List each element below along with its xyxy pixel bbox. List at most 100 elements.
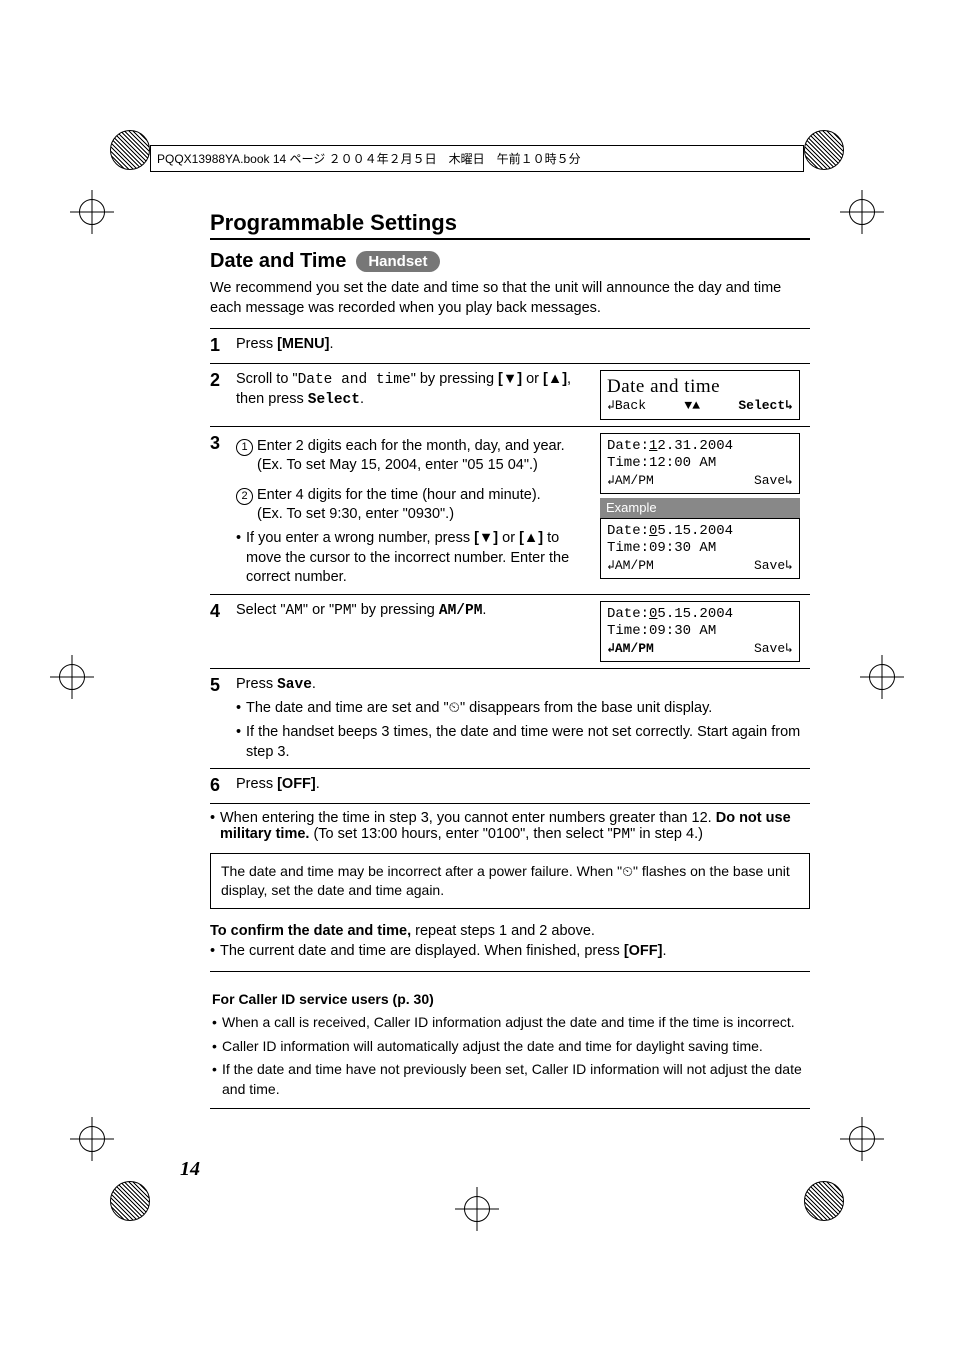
off-key: [OFF] [624,943,663,959]
lcd-soft-mid: ▼▲ [684,398,700,414]
crosshair-tr [840,190,884,234]
caller-id-box: For Caller ID service users (p. 30) •Whe… [210,984,810,1106]
menu-key: [MENU] [277,336,329,352]
lcd-display: Date:12.31.2004 Time:12:00 AM ↲AM/PM Sav… [600,433,800,494]
step-text: " by pressing [352,602,439,618]
power-failure-note: The date and time may be incorrect after… [210,853,810,909]
step-note: • If you enter a wrong number, press [▼]… [236,529,588,588]
regmark-hatched-tr [804,130,844,170]
step-number: 5 [210,675,228,762]
note-text: If the handset beeps 3 times, the date a… [246,723,810,762]
lcd-soft-right: Save↳ [754,641,793,657]
page-number: 14 [180,1158,200,1181]
separator [210,971,810,972]
confirm-text: repeat steps 1 and 2 above. [411,923,595,939]
menu-item-name: Date and time [298,372,411,388]
up-key: [▲] [519,530,543,546]
step-number: 4 [210,601,228,662]
off-key: [OFF] [277,776,316,792]
step-text: Scroll to " [236,371,298,387]
lcd-soft-right: Select↳ [738,398,793,414]
separator [210,1108,810,1109]
substep-text: Enter 4 digits for the time (hour and mi… [257,486,541,525]
lcd-line: Time:09:30 AM [607,540,793,558]
step-4: 4 Select "AM" or "PM" by pressing AM/PM.… [210,601,810,662]
step-text: " or " [303,602,334,618]
page-subtitle: Date and Time [210,250,346,273]
ampm-softkey: AM/PM [439,603,483,619]
step-note: • If the handset beeps 3 times, the date… [236,723,810,762]
regmark-hatched-br [804,1181,844,1221]
circled-2-icon: 2 [236,488,253,505]
separator [210,426,810,427]
step-text: Press [236,336,277,352]
step-text: Press [236,676,277,692]
note-text: The current date and time are displayed.… [220,943,624,959]
step-6: 6 Press [OFF]. [210,775,810,797]
lcd-line: 5.15.2004 [657,606,733,622]
am-option: AM [285,603,302,619]
step-text: . [312,676,316,692]
pm-option: PM [613,827,630,843]
lcd-line: Date: [607,523,649,539]
lcd-line: Time:12:00 AM [607,455,793,473]
title-rule [210,238,810,240]
circled-1-icon: 1 [236,439,253,456]
select-softkey: Select [308,392,360,408]
note-text: " disappears from the base unit display. [460,700,712,716]
step-5: 5 Press Save. • The date and time are se… [210,675,810,762]
lcd-soft-left: ↲AM/PM [607,558,654,574]
example-label: Example [600,498,800,518]
intro-text: We recommend you set the date and time s… [210,279,810,318]
save-softkey: Save [277,677,312,693]
step-2: 2 Scroll to "Date and time" by pressing … [210,370,810,420]
separator [210,594,810,595]
caller-note: If the date and time have not previously… [222,1060,808,1099]
separator [210,328,810,329]
lcd-soft-left: ↲AM/PM [607,641,654,657]
separator [210,803,810,804]
regmark-hatched-tl [110,130,150,170]
caller-note: Caller ID information will automatically… [222,1037,763,1057]
lcd-soft-right: Save↳ [754,558,793,574]
crosshair-br [840,1117,884,1161]
lcd-soft-left: ↲AM/PM [607,473,654,489]
substep-2: 2 Enter 4 digits for the time (hour and … [236,486,588,525]
step-number: 1 [210,335,228,357]
down-key: [▼] [498,371,522,387]
note-text: The date and time are set and " [246,700,449,716]
note-text: or [498,530,519,546]
crosshair-bc [455,1187,499,1231]
lcd-line: 2.31.2004 [657,438,733,454]
lcd-display: Date:05.15.2004 Time:09:30 AM ↲AM/PM Sav… [600,601,800,662]
crosshair-tl [70,190,114,234]
substep-text: Enter 2 digits each for the month, day, … [257,437,588,476]
crosshair-mr [860,655,904,699]
lcd-display: Date and time ↲Back ▼▲ Select↳ [600,370,800,420]
down-key: [▼] [474,530,498,546]
clock-icon: ⏲ [449,700,460,716]
crosshair-bl [70,1117,114,1161]
regmark-hatched-bl [110,1181,150,1221]
step-text: " by pressing [411,371,498,387]
step-1: 1 Press [MENU]. [210,335,810,357]
confirm-section: To confirm the date and time, repeat ste… [210,923,810,959]
note-text: When entering the time in step 3, you ca… [220,810,716,826]
step-number: 6 [210,775,228,797]
step-note: • The date and time are set and "⏲" disa… [236,699,810,719]
caller-note: When a call is received, Caller ID infor… [222,1013,795,1033]
lcd-soft-right: Save↳ [754,473,793,489]
step-3: 3 1 Enter 2 digits each for the month, d… [210,433,810,588]
lcd-title: Date and time [607,375,793,399]
separator [210,668,810,669]
step-number: 3 [210,433,228,588]
after-steps-note: • When entering the time in step 3, you … [210,810,810,843]
note-text: . [662,943,666,959]
book-header-info: PQQX13988YA.book 14 ページ ２００４年２月５日 木曜日 午前… [150,145,804,172]
step-text: . [316,776,320,792]
confirm-lead: To confirm the date and time, [210,923,411,939]
note-text: The date and time may be incorrect after… [221,863,622,879]
lcd-line: Date: [607,606,649,622]
note-text: " in step 4.) [630,826,703,842]
up-key: [▲] [543,371,567,387]
